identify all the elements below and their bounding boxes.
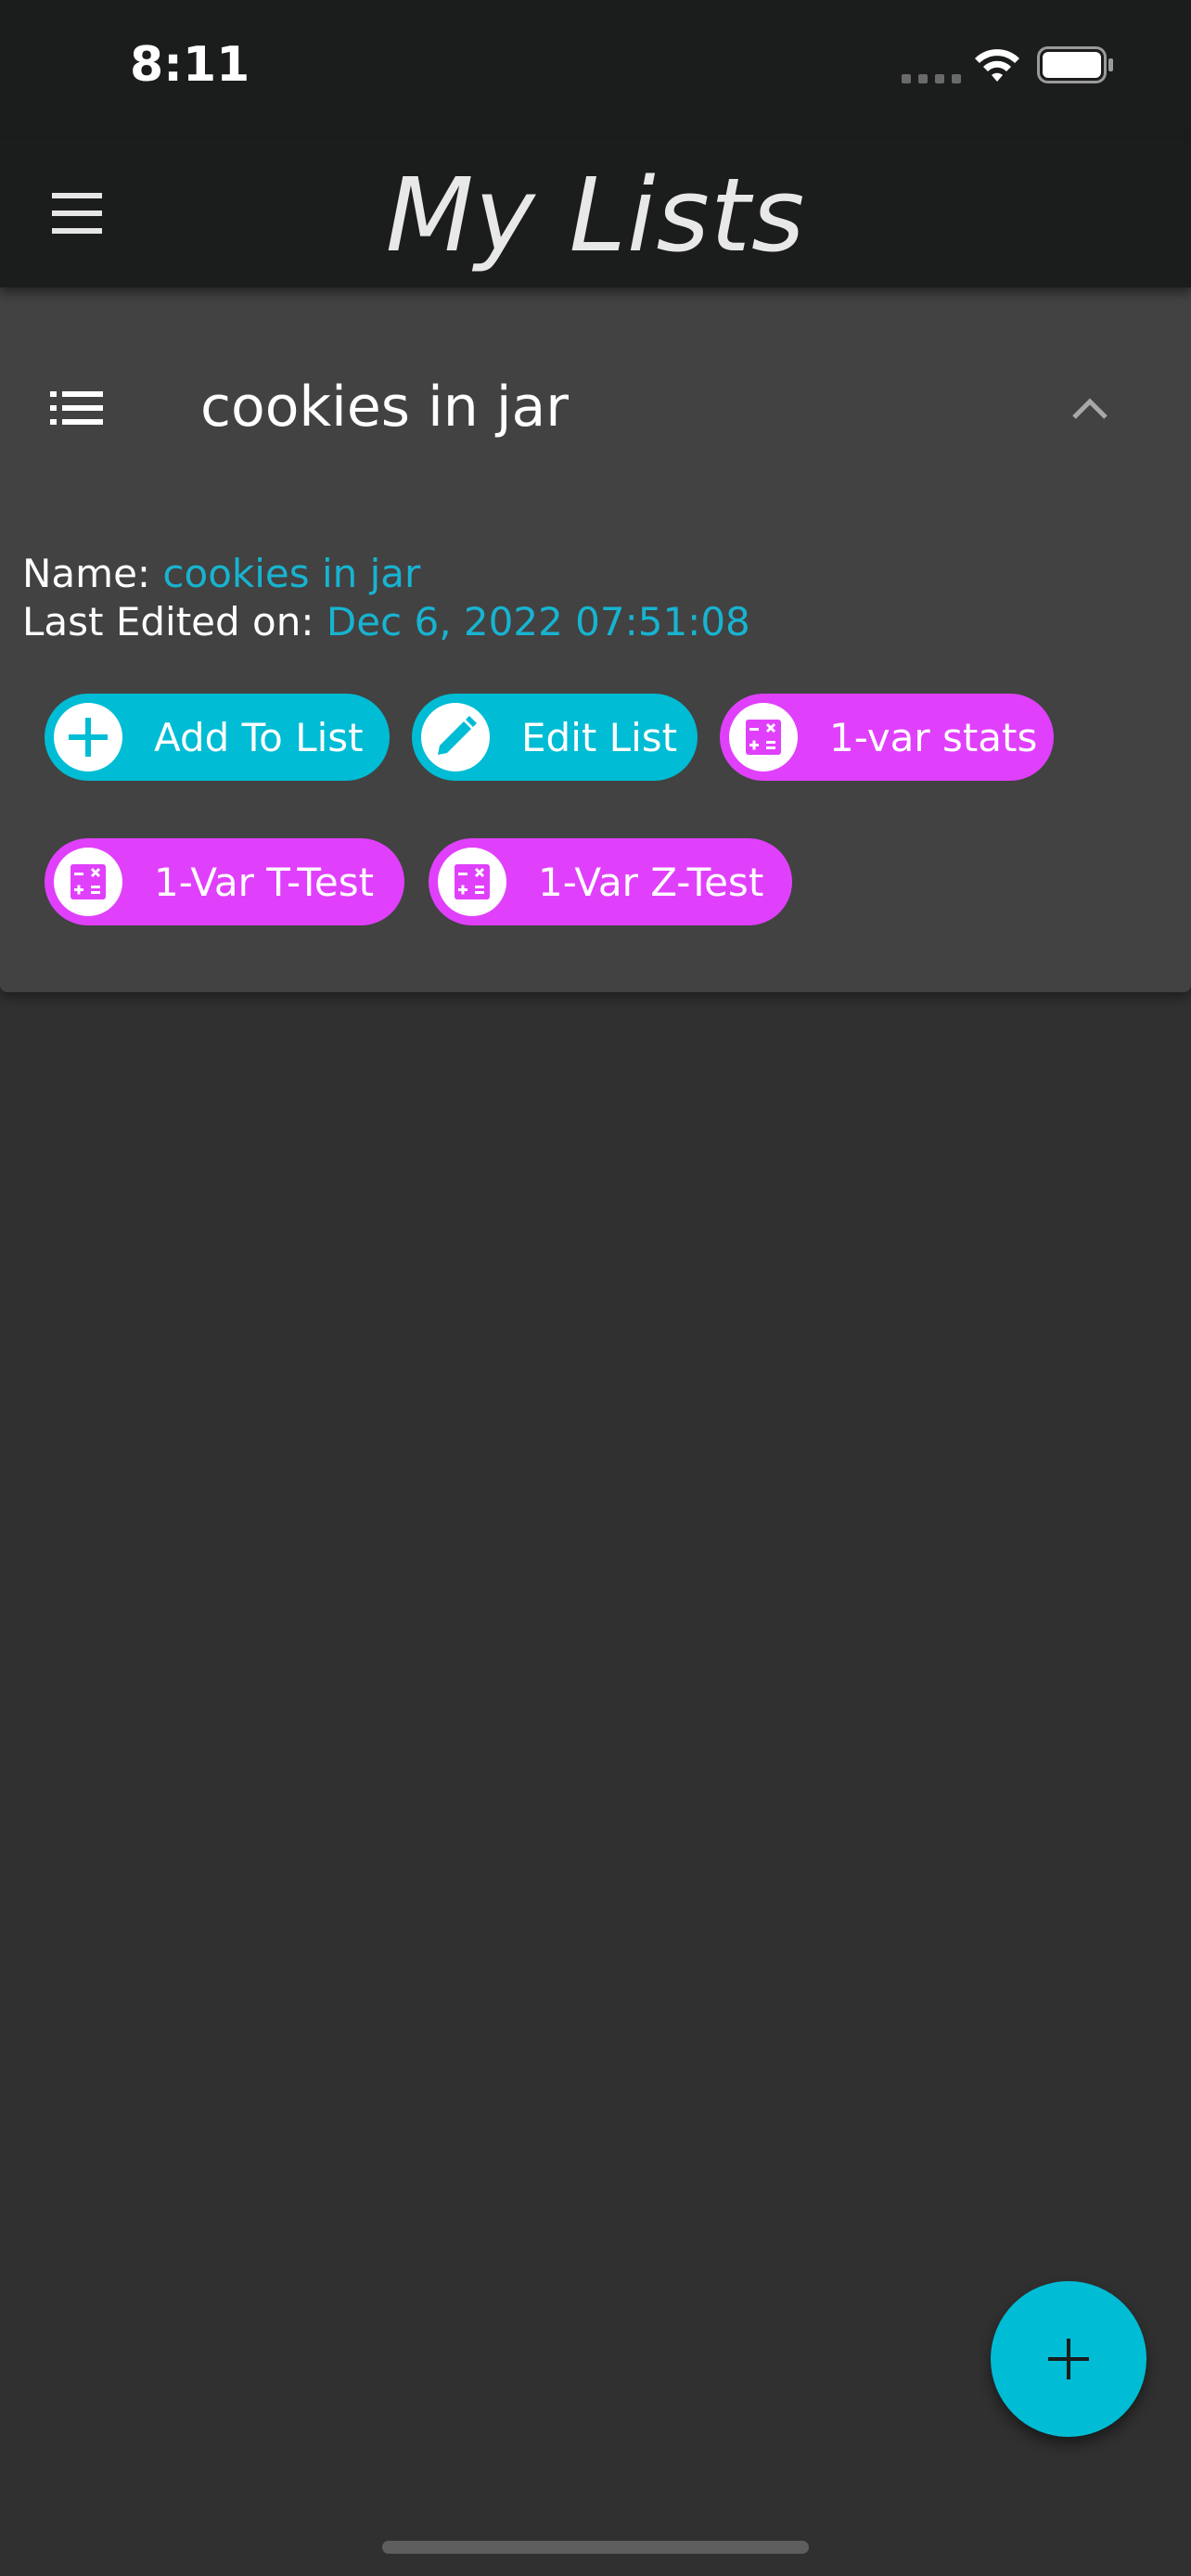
list-name-line: Name: cookies in jar xyxy=(22,551,420,596)
status-bar: 8:11 xyxy=(0,0,1191,139)
pencil-icon xyxy=(421,703,490,772)
status-time: 8:11 xyxy=(130,37,250,93)
edit-list-button[interactable]: Edit List xyxy=(412,694,698,781)
one-var-stats-label: 1-var stats xyxy=(829,714,1038,760)
one-var-stats-button[interactable]: 1-var stats xyxy=(720,694,1054,781)
list-card: cookies in jar Name: cookies in jar Last… xyxy=(0,287,1191,992)
home-indicator[interactable] xyxy=(382,2541,809,2554)
page-title: My Lists xyxy=(385,156,806,274)
one-var-z-test-button[interactable]: 1-Var Z-Test xyxy=(429,838,792,925)
name-value: cookies in jar xyxy=(162,551,421,596)
one-var-z-test-label: 1-Var Z-Test xyxy=(538,859,764,905)
add-to-list-button[interactable]: Add To List xyxy=(45,694,390,781)
add-to-list-label: Add To List xyxy=(154,714,364,760)
cellular-signal-icon xyxy=(902,74,961,83)
wifi-icon xyxy=(975,49,1019,82)
last-edited-label: Last Edited on: xyxy=(22,599,314,644)
name-label: Name: xyxy=(22,551,151,596)
one-var-t-test-button[interactable]: 1-Var T-Test xyxy=(45,838,404,925)
calculator-icon xyxy=(438,848,506,916)
one-var-t-test-label: 1-Var T-Test xyxy=(154,859,375,905)
last-edited-value: Dec 6, 2022 07:51:08 xyxy=(326,599,750,644)
last-edited-line: Last Edited on: Dec 6, 2022 07:51:08 xyxy=(22,599,750,644)
app-bar: My Lists xyxy=(0,139,1191,287)
calculator-icon xyxy=(54,848,122,916)
list-icon xyxy=(50,391,103,425)
add-list-fab[interactable] xyxy=(991,2281,1146,2437)
add-circle-icon xyxy=(54,703,122,772)
plus-icon xyxy=(1048,2339,1089,2379)
edit-list-label: Edit List xyxy=(521,714,678,760)
list-title: cookies in jar xyxy=(200,375,569,440)
chevron-up-icon[interactable] xyxy=(1069,389,1111,427)
battery-icon xyxy=(1037,46,1113,83)
calculator-icon xyxy=(729,703,798,772)
list-card-header[interactable]: cookies in jar xyxy=(0,287,1191,529)
